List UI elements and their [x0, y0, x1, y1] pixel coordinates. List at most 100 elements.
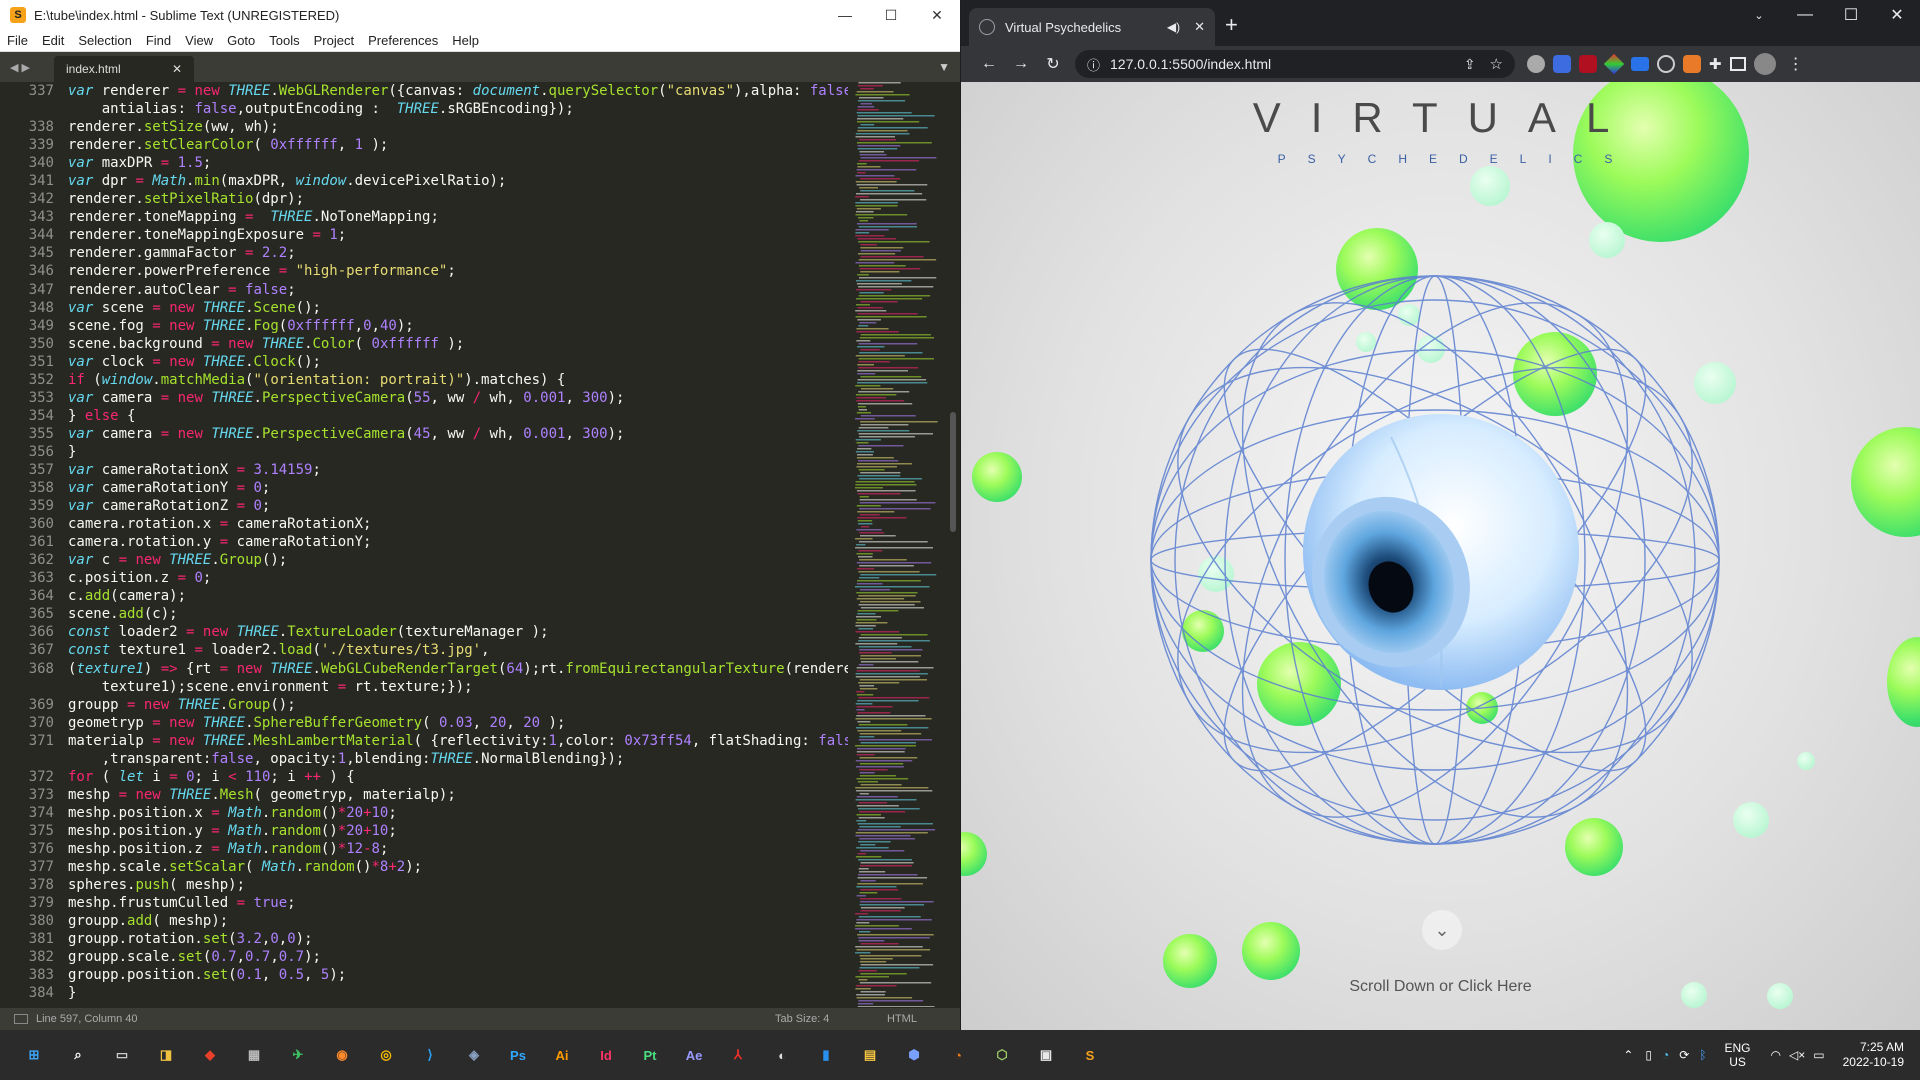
browser-tab[interactable]: Virtual Psychedelics ◀) ✕ [969, 8, 1215, 46]
bluetooth-icon[interactable]: ᛒ [1699, 1048, 1706, 1062]
minimap-line [856, 91, 894, 93]
code-area[interactable]: var renderer = new THREE.WebGLRenderer({… [68, 82, 848, 1007]
extension-5-icon[interactable] [1657, 55, 1675, 73]
tab-size-indicator[interactable]: Tab Size: 4 [775, 1013, 829, 1025]
app-green-icon[interactable]: ⬡ [984, 1037, 1020, 1073]
menu-view[interactable]: View [178, 33, 220, 48]
menu-help[interactable]: Help [445, 33, 486, 48]
menu-edit[interactable]: Edit [35, 33, 71, 48]
menu-selection[interactable]: Selection [71, 33, 138, 48]
clock-time[interactable]: 7:25 AM [1843, 1040, 1904, 1055]
minimap-line [856, 814, 881, 816]
photoshop-icon[interactable]: Ps [500, 1037, 536, 1073]
region-indicator[interactable]: US [1725, 1055, 1751, 1069]
tab-dropdown-icon[interactable]: ▼ [938, 60, 950, 74]
minimap[interactable] [855, 82, 945, 1007]
blender-icon[interactable]: ◔ [940, 1037, 976, 1073]
firefox-icon[interactable]: ◉ [324, 1037, 360, 1073]
minimize-icon[interactable]: — [822, 0, 868, 30]
bookmark-star-icon[interactable]: ☆ [1490, 55, 1503, 73]
site-info-icon[interactable]: ⓘ [1087, 55, 1100, 74]
back-icon[interactable]: ← [973, 55, 1005, 73]
minimap-line [856, 766, 904, 768]
volume-icon[interactable]: ◁× [1789, 1048, 1805, 1062]
tray-overflow-icon[interactable]: ⌃ [1623, 1048, 1633, 1062]
menu-kebab-icon[interactable]: ⋮ [1788, 54, 1804, 74]
extension-ublock-icon[interactable] [1579, 55, 1597, 73]
minimap-line [860, 376, 922, 378]
file-explorer-icon[interactable]: ▤ [852, 1037, 888, 1073]
indesign-icon[interactable]: Id [588, 1037, 624, 1073]
sync-icon[interactable]: ⟳ [1679, 1048, 1689, 1062]
close-icon[interactable]: ✕ [1874, 0, 1920, 30]
share-icon[interactable]: ⇪ [1464, 56, 1476, 73]
calculator-icon[interactable]: ▦ [236, 1037, 272, 1073]
chrome-icon[interactable]: ◎ [368, 1037, 404, 1073]
tab-index-html[interactable]: index.html ✕ [54, 56, 194, 82]
new-tab-icon[interactable]: + [1225, 12, 1238, 38]
extension-2-icon[interactable] [1553, 55, 1571, 73]
clock-date[interactable]: 2022-10-19 [1843, 1055, 1904, 1070]
sublime-icon[interactable]: S [1072, 1037, 1108, 1073]
task-view-icon[interactable]: ▭ [104, 1037, 140, 1073]
maximize-icon[interactable]: ☐ [1828, 0, 1874, 30]
extension-1-icon[interactable] [1527, 55, 1545, 73]
close-tab-icon[interactable]: ✕ [1194, 19, 1205, 35]
davinci-icon[interactable]: ◈ [456, 1037, 492, 1073]
store-icon[interactable]: ◨ [148, 1037, 184, 1073]
app-shield-icon[interactable]: ⬢ [896, 1037, 932, 1073]
minimap-line [857, 406, 866, 408]
scroll-cta[interactable]: Scroll Down or Click Here [961, 978, 1920, 996]
editor-scrollbar[interactable] [950, 412, 956, 532]
tab-search-icon[interactable]: ⌄ [1736, 0, 1782, 30]
search-icon[interactable]: ⌕ [60, 1037, 96, 1073]
status-panel-icon[interactable] [14, 1014, 28, 1024]
language-indicator[interactable]: ENG [1725, 1041, 1751, 1055]
wifi-icon[interactable]: ◠ [1771, 1048, 1781, 1062]
illustrator-icon[interactable]: Ai [544, 1037, 580, 1073]
menu-goto[interactable]: Goto [220, 33, 262, 48]
mute-icon[interactable]: ◀) [1167, 20, 1180, 34]
extension-4-icon[interactable] [1631, 57, 1649, 71]
battery-icon[interactable]: ▭ [1813, 1048, 1824, 1062]
forward-icon[interactable]: → [1005, 55, 1037, 73]
code-editor[interactable]: 337 338 339 340 341 342 343 344 345 346 347 348 349 3… [0, 82, 960, 1007]
app-red-icon[interactable]: ◆ [192, 1037, 228, 1073]
minimap-line [860, 250, 901, 252]
close-icon[interactable]: ✕ [914, 0, 960, 30]
usb-icon[interactable]: ▯ [1645, 1048, 1652, 1062]
app-active-icon[interactable]: ▣ [1028, 1037, 1064, 1073]
tab-nav-arrows-icon[interactable]: ◀ ▶ [0, 61, 54, 74]
minimize-icon[interactable]: — [1782, 0, 1828, 30]
sublime-titlebar[interactable]: S E:\tube\index.html - Sublime Text (UNR… [0, 0, 960, 30]
line-number: 342 [28, 191, 54, 208]
maximize-icon[interactable]: ☐ [868, 0, 914, 30]
chevron-down-icon[interactable]: ⌄ [1422, 910, 1462, 950]
prelude-icon[interactable]: Pt [632, 1037, 668, 1073]
after-effects-icon[interactable]: Ae [676, 1037, 712, 1073]
minimap-line [855, 673, 928, 675]
syntax-indicator[interactable]: HTML [887, 1013, 917, 1025]
address-bar[interactable]: ⓘ 127.0.0.1:5500/index.html ⇪ ☆ [1075, 50, 1515, 78]
menu-preferences[interactable]: Preferences [361, 33, 445, 48]
page-viewport[interactable]: VIRTUAL PSYCHEDELICS ⌄ Scroll Down or Cl… [961, 82, 1920, 1030]
edge-icon[interactable]: ◔ [1662, 1048, 1669, 1062]
start-icon[interactable]: ⊞ [16, 1037, 52, 1073]
app-blue-icon[interactable]: ▮ [808, 1037, 844, 1073]
extensions-puzzle-icon[interactable]: ✚ [1709, 55, 1722, 73]
menu-tools[interactable]: Tools [262, 33, 306, 48]
reload-icon[interactable]: ↻ [1037, 54, 1069, 74]
menu-file[interactable]: File [0, 33, 35, 48]
extension-3-icon[interactable] [1603, 53, 1625, 75]
extension-6-icon[interactable] [1683, 55, 1701, 73]
cursor-position[interactable]: Line 597, Column 40 [36, 1013, 138, 1025]
acrobat-icon[interactable]: ⅄ [720, 1037, 756, 1073]
telegram-icon[interactable]: ✈ [280, 1037, 316, 1073]
vscode-icon[interactable]: ⟩ [412, 1037, 448, 1073]
profile-avatar[interactable] [1753, 53, 1776, 75]
obs-icon[interactable]: ◐ [764, 1037, 800, 1073]
side-panel-icon[interactable] [1729, 57, 1746, 71]
menu-project[interactable]: Project [307, 33, 361, 48]
close-tab-icon[interactable]: ✕ [172, 62, 182, 76]
menu-find[interactable]: Find [139, 33, 178, 48]
